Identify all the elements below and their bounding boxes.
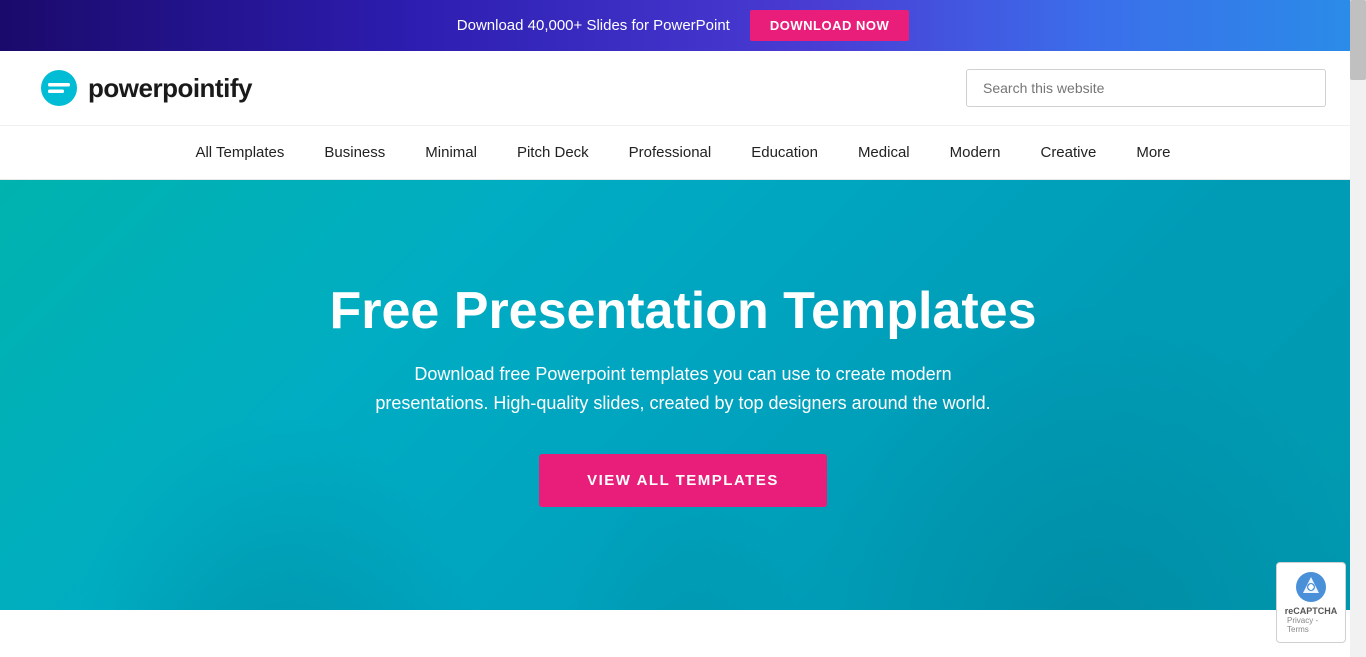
header: powerpointify bbox=[0, 51, 1366, 126]
nav-item-modern[interactable]: Modern bbox=[930, 126, 1021, 179]
recaptcha-links[interactable]: Privacy - Terms bbox=[1287, 616, 1335, 634]
nav-item-more[interactable]: More bbox=[1116, 126, 1190, 179]
nav-item-all-templates[interactable]: All Templates bbox=[175, 126, 304, 179]
scrollbar-track[interactable] bbox=[1350, 0, 1366, 657]
nav-item-professional[interactable]: Professional bbox=[609, 126, 732, 179]
nav-item-pitch-deck[interactable]: Pitch Deck bbox=[497, 126, 609, 179]
hero-content: Free Presentation Templates Download fre… bbox=[309, 283, 1056, 507]
nav-item-education[interactable]: Education bbox=[731, 126, 838, 179]
hero-section: Free Presentation Templates Download fre… bbox=[0, 180, 1366, 610]
banner-text: Download 40,000+ Slides for PowerPoint bbox=[457, 17, 730, 34]
nav-item-medical[interactable]: Medical bbox=[838, 126, 930, 179]
recaptcha-badge: reCAPTCHA Privacy - Terms bbox=[1276, 562, 1346, 643]
search-input[interactable] bbox=[966, 69, 1326, 107]
top-banner: Download 40,000+ Slides for PowerPoint D… bbox=[0, 0, 1366, 51]
nav: All Templates Business Minimal Pitch Dec… bbox=[0, 126, 1366, 180]
nav-item-creative[interactable]: Creative bbox=[1020, 126, 1116, 179]
recaptcha-icon bbox=[1295, 571, 1327, 603]
scrollbar-thumb[interactable] bbox=[1350, 0, 1366, 80]
logo-text: powerpointify bbox=[88, 73, 252, 104]
hero-title: Free Presentation Templates bbox=[329, 283, 1036, 340]
hero-cta-button[interactable]: VIEW ALL TEMPLATES bbox=[539, 454, 827, 507]
banner-download-button[interactable]: DOWNLOAD NOW bbox=[750, 10, 909, 41]
logo-icon bbox=[40, 69, 78, 107]
nav-item-business[interactable]: Business bbox=[304, 126, 405, 179]
recaptcha-label: reCAPTCHA bbox=[1285, 606, 1338, 616]
logo-area[interactable]: powerpointify bbox=[40, 69, 252, 107]
hero-subtitle: Download free Powerpoint templates you c… bbox=[329, 360, 1036, 418]
nav-item-minimal[interactable]: Minimal bbox=[405, 126, 497, 179]
